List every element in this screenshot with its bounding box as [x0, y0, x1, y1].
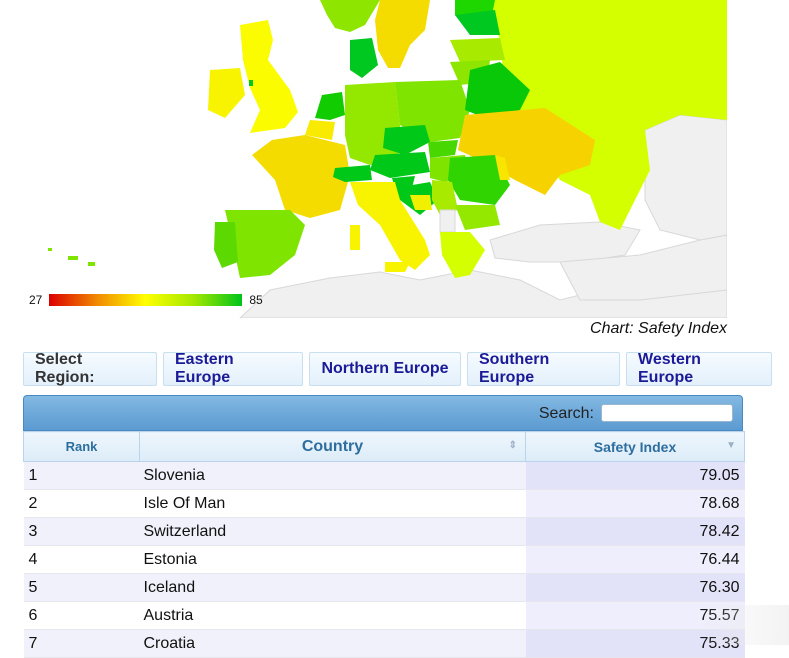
cell-rank: 3: [23, 517, 140, 546]
cell-safety-index: 78.68: [525, 489, 745, 518]
table-row[interactable]: 4 Estonia 76.44: [23, 545, 745, 574]
region-button-southern-europe[interactable]: Southern Europe: [467, 351, 620, 386]
column-header-safety-index-label: Safety Index: [593, 438, 677, 455]
cell-country: Iceland: [139, 573, 526, 602]
table-row[interactable]: 3 Switzerland 78.42: [23, 517, 745, 546]
sort-both-icon: ⇕: [508, 440, 517, 451]
cell-country: Austria: [139, 601, 526, 630]
cell-safety-index: 76.44: [525, 545, 745, 574]
country-austria[interactable]: [370, 152, 430, 178]
column-header-country-label: Country: [301, 437, 364, 455]
europe-map-svg[interactable]: [0, 0, 727, 318]
country-kosovo-nodata: [439, 209, 456, 233]
search-input[interactable]: [601, 404, 733, 422]
table-row[interactable]: 2 Isle Of Man 78.68: [23, 489, 745, 518]
table-row[interactable]: 7 Croatia 75.33: [23, 629, 745, 658]
cell-rank: 2: [23, 489, 140, 518]
table-header-row: Rank Country ⇕ Safety Index ▼: [23, 431, 745, 462]
cell-rank: 1: [23, 461, 140, 490]
country-ireland[interactable]: [208, 68, 245, 118]
legend-min-label: 27: [29, 293, 43, 307]
country-greece[interactable]: [440, 232, 485, 278]
country-denmark[interactable]: [350, 38, 378, 78]
color-legend: 27 85: [29, 292, 263, 308]
ranking-table: Rank Country ⇕ Safety Index ▼ 1 Slovenia 7…: [23, 431, 745, 658]
cell-country: Switzerland: [139, 517, 526, 546]
safety-index-table: Search: Rank Country ⇕ Safety Index ▼ 1 Sl…: [23, 395, 745, 658]
cell-rank: 6: [23, 601, 140, 630]
sort-descending-icon: ▼: [726, 440, 736, 451]
country-slovakia[interactable]: [428, 140, 458, 158]
legend-max-label: 85: [249, 293, 263, 307]
cell-safety-index: 76.30: [525, 573, 745, 602]
country-sweden[interactable]: [375, 0, 430, 68]
country-netherlands[interactable]: [315, 92, 345, 120]
region-button-western-europe[interactable]: Western Europe: [626, 351, 772, 386]
cell-safety-index: 75.33: [525, 629, 745, 658]
country-uk[interactable]: [240, 20, 298, 133]
column-header-rank[interactable]: Rank: [23, 431, 140, 462]
cell-safety-index: 78.42: [525, 517, 745, 546]
table-row[interactable]: 5 Iceland 76.30: [23, 573, 745, 602]
cell-rank: 4: [23, 545, 140, 574]
country-azores[interactable]: [48, 248, 95, 266]
country-germany[interactable]: [345, 82, 400, 165]
cell-safety-index: 79.05: [525, 461, 745, 490]
legend-gradient-bar: [49, 294, 243, 306]
column-header-country[interactable]: Country ⇕: [139, 431, 526, 462]
cell-rank: 7: [23, 629, 140, 658]
cell-rank: 5: [23, 573, 140, 602]
cell-country: Slovenia: [139, 461, 526, 490]
country-norway[interactable]: [320, 0, 380, 32]
country-sardinia[interactable]: [350, 225, 360, 250]
country-sicily[interactable]: [385, 262, 410, 272]
country-portugal[interactable]: [214, 222, 238, 268]
table-row[interactable]: 1 Slovenia 79.05: [23, 461, 745, 490]
region-button-eastern-europe[interactable]: Eastern Europe: [163, 351, 303, 386]
region-selector: Select Region: Eastern Europe Northern E…: [23, 351, 772, 386]
search-label: Search:: [538, 405, 594, 422]
country-isle-of-man[interactable]: [249, 80, 253, 86]
column-header-rank-label: Rank: [65, 439, 98, 454]
chart-caption: Chart: Safety Index: [590, 320, 727, 337]
table-row[interactable]: 6 Austria 75.57: [23, 601, 745, 630]
safety-index-map[interactable]: 27 85: [0, 0, 727, 318]
region-selector-label: Select Region:: [23, 351, 157, 386]
region-button-northern-europe[interactable]: Northern Europe: [309, 352, 461, 386]
country-latvia[interactable]: [450, 38, 505, 62]
column-header-safety-index[interactable]: Safety Index ▼: [525, 431, 745, 462]
region-central-asia: [644, 114, 727, 241]
table-toolbar: Search:: [23, 395, 743, 431]
cell-country: Croatia: [139, 629, 526, 658]
cell-country: Isle Of Man: [139, 489, 526, 518]
country-bulgaria[interactable]: [455, 205, 500, 230]
cell-country: Estonia: [139, 545, 526, 574]
cell-safety-index: 75.57: [525, 601, 745, 630]
country-spain[interactable]: [225, 210, 305, 278]
